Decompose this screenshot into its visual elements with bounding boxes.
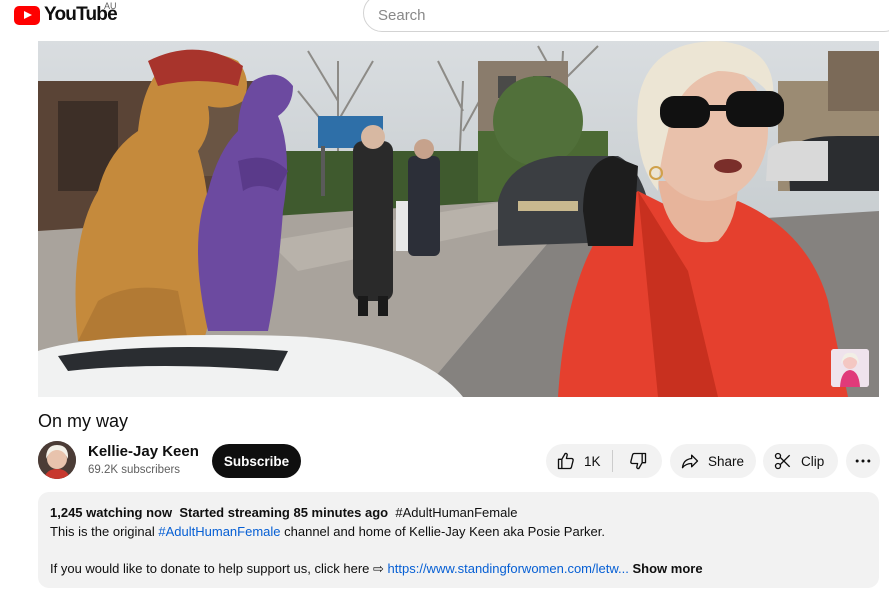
video-frame <box>38 41 879 397</box>
like-count: 1K <box>584 453 601 469</box>
video-player[interactable] <box>38 41 879 397</box>
line2-prefix: If you would like to donate to help supp… <box>50 561 388 576</box>
thumbs-down-icon <box>629 452 646 470</box>
channel-watermark[interactable] <box>831 349 869 387</box>
channel-name[interactable]: Kellie-Jay Keen <box>88 443 199 460</box>
youtube-logo[interactable]: YouTube <box>14 4 118 26</box>
subscriber-count: 69.2K subscribers <box>88 464 181 476</box>
like-dislike-group: 1K <box>546 444 662 478</box>
thumbs-up-icon <box>557 452 574 470</box>
meta-hashtag[interactable]: #AdultHumanFemale <box>395 505 517 520</box>
more-dots-icon <box>855 459 871 463</box>
donate-link[interactable]: https://www.standingforwomen.com/letw... <box>388 561 629 576</box>
more-actions-button[interactable] <box>846 444 880 478</box>
share-label: Share <box>708 453 745 469</box>
like-button[interactable]: 1K <box>546 444 612 478</box>
scissors-icon <box>774 452 791 470</box>
avatar-image <box>38 441 76 479</box>
line1-prefix: This is the original <box>50 524 159 539</box>
share-button[interactable]: Share <box>670 444 756 478</box>
description-box[interactable]: 1,245 watching now Started streaming 85 … <box>38 492 879 588</box>
region-code: AU <box>104 1 117 11</box>
hashtag-link[interactable]: #AdultHumanFemale <box>158 524 280 539</box>
channel-avatar[interactable] <box>38 441 76 479</box>
search-input[interactable] <box>378 7 838 24</box>
stream-started: Started streaming 85 minutes ago <box>179 505 389 520</box>
description-meta: 1,245 watching now Started streaming 85 … <box>50 505 517 520</box>
clip-button[interactable]: Clip <box>763 444 838 478</box>
description-line-2: If you would like to donate to help supp… <box>50 561 703 577</box>
line1-suffix: channel and home of Kellie-Jay Keen aka … <box>280 524 605 539</box>
clip-label: Clip <box>801 453 825 469</box>
description-line-1: This is the original #AdultHumanFemale c… <box>50 524 605 539</box>
masthead: YouTube AU <box>0 0 889 34</box>
watching-count: 1,245 watching now <box>50 505 173 520</box>
search-box[interactable] <box>363 0 889 32</box>
show-more-button[interactable]: Show more <box>632 561 702 576</box>
watermark-image <box>831 349 869 387</box>
subscribe-button[interactable]: Subscribe <box>212 444 301 478</box>
share-arrow-icon <box>681 454 699 469</box>
dislike-button[interactable] <box>613 444 662 478</box>
youtube-logo-icon <box>14 5 40 25</box>
video-title: On my way <box>38 411 129 431</box>
